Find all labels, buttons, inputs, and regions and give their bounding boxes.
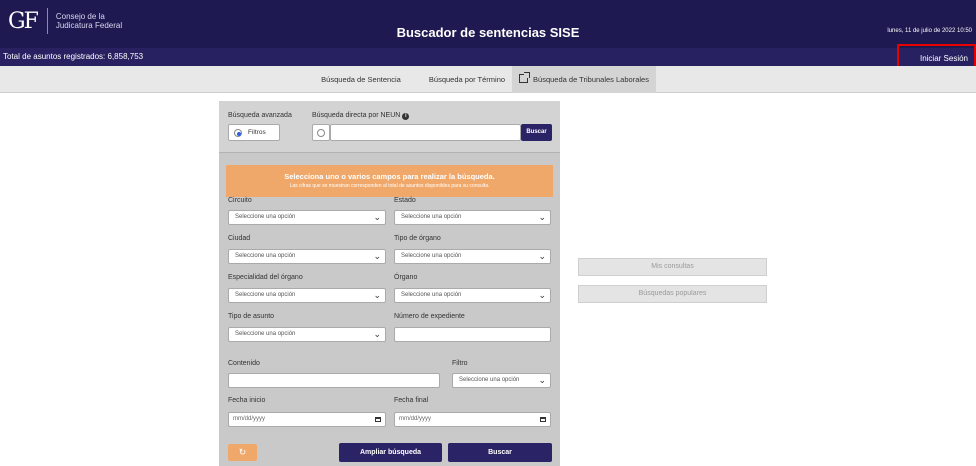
fecha-final-label: Fecha final — [394, 397, 429, 404]
logo-line-1: Consejo de la — [55, 12, 105, 21]
circuito-value: Seleccione una opción — [235, 214, 296, 220]
page-title: Buscador de sentencias SISE — [396, 25, 580, 40]
fecha-final-input[interactable]: mm/dd/yyyy — [394, 412, 551, 427]
login-link[interactable]: Iniciar Sesión — [920, 54, 968, 63]
instructions-subtitle: Las cifras que se muestran corresponden … — [289, 183, 490, 189]
calendar-icon[interactable] — [375, 417, 381, 422]
neun-radio[interactable] — [317, 129, 325, 137]
tipo-organo-select[interactable]: Seleccione una opción ⌄ — [394, 249, 551, 264]
instructions-banner: Selecciona uno o varios campos para real… — [226, 165, 553, 197]
fecha-inicio-input[interactable]: mm/dd/yyyy — [228, 412, 386, 427]
search-mode-section: Búsqueda avanzada Búsqueda directa por N… — [219, 101, 560, 153]
reset-icon: ↻ — [238, 447, 247, 457]
filtro-label: Filtro — [452, 360, 468, 367]
contenido-input[interactable] — [228, 373, 440, 388]
info-bar: Total de asuntos registrados: 6,858,753 — [0, 48, 976, 66]
fecha-inicio-label: Fecha inicio — [228, 397, 266, 404]
current-date: lunes, 11 de julio de 2022 10:50 — [887, 28, 972, 34]
tabs-bar: Búsqueda de Sentencia Búsqueda por Térmi… — [0, 66, 976, 93]
especialidad-value: Seleccione una opción — [235, 292, 296, 298]
tipo-asunto-value: Seleccione una opción — [235, 331, 296, 337]
tab-tribunales-laborales[interactable]: Búsqueda de Tribunales Laborales — [512, 66, 656, 93]
filtro-value: Seleccione una opción — [459, 377, 520, 383]
total-records: Total de asuntos registrados: 6,858,753 — [3, 52, 144, 61]
expediente-input[interactable] — [394, 327, 551, 342]
chevron-down-icon: ⌄ — [538, 290, 546, 300]
organo-value: Seleccione una opción — [401, 292, 462, 298]
ciudad-value: Seleccione una opción — [235, 253, 296, 259]
neun-search-button[interactable]: Buscar — [521, 124, 552, 141]
organo-label: Órgano — [394, 274, 418, 281]
chevron-down-icon: ⌄ — [538, 375, 546, 385]
tab-busqueda-sentencia[interactable]: Búsqueda de Sentencia — [300, 66, 422, 93]
calendar-icon[interactable] — [540, 417, 546, 422]
direct-search-text: Búsqueda directa por NEUN — [312, 112, 401, 119]
ciudad-label: Ciudad — [228, 235, 251, 242]
especialidad-select[interactable]: Seleccione una opción ⌄ — [228, 288, 386, 303]
search-panel: Búsqueda avanzada Búsqueda directa por N… — [219, 101, 560, 466]
estado-select[interactable]: Seleccione una opción ⌄ — [394, 210, 551, 225]
popular-searches-button[interactable]: Búsquedas populares — [578, 285, 767, 303]
tipo-organo-value: Seleccione una opción — [401, 253, 462, 259]
contenido-label: Contenido — [228, 360, 260, 367]
chevron-down-icon: ⌄ — [538, 212, 546, 222]
chevron-down-icon: ⌄ — [373, 251, 381, 261]
tab-label: Búsqueda de Tribunales Laborales — [533, 75, 649, 84]
tipo-asunto-label: Tipo de asunto — [228, 313, 275, 320]
search-button[interactable]: Buscar — [448, 443, 552, 462]
direct-search-label: Búsqueda directa por NEUN i — [312, 112, 410, 120]
header: GF Consejo de la Judicatura Federal Busc… — [0, 0, 976, 48]
fecha-inicio-placeholder: mm/dd/yyyy — [233, 416, 266, 422]
neun-input[interactable] — [330, 124, 521, 141]
advanced-search-label: Búsqueda avanzada — [228, 112, 292, 119]
circuito-select[interactable]: Seleccione una opción ⌄ — [228, 210, 386, 225]
info-icon[interactable]: i — [402, 113, 410, 120]
organo-select[interactable]: Seleccione una opción ⌄ — [394, 288, 551, 303]
circuito-label: Circuito — [228, 197, 252, 204]
chevron-down-icon: ⌄ — [373, 329, 381, 339]
neun-option[interactable] — [312, 124, 330, 141]
my-queries-button[interactable]: Mis consultas — [578, 258, 767, 276]
estado-label: Estado — [394, 197, 416, 204]
filters-radio[interactable] — [234, 129, 242, 137]
chevron-down-icon: ⌄ — [538, 251, 546, 261]
expand-search-button[interactable]: Ampliar búsqueda — [339, 443, 442, 462]
tipo-organo-label: Tipo de órgano — [394, 235, 441, 242]
reset-button[interactable]: ↻ — [228, 444, 257, 461]
tipo-asunto-select[interactable]: Seleccione una opción ⌄ — [228, 327, 386, 342]
filtro-select[interactable]: Seleccione una opción ⌄ — [452, 373, 551, 388]
tab-label: Búsqueda por Término — [428, 75, 506, 84]
external-link-icon — [519, 72, 531, 83]
chevron-down-icon: ⌄ — [373, 290, 381, 300]
tab-label: Búsqueda de Sentencia — [321, 75, 401, 84]
especialidad-label: Especialidad del órgano — [228, 274, 303, 281]
ciudad-select[interactable]: Seleccione una opción ⌄ — [228, 249, 386, 264]
tab-busqueda-termino[interactable]: Búsqueda por Término — [422, 66, 512, 93]
estado-value: Seleccione una opción — [401, 214, 462, 220]
chevron-down-icon: ⌄ — [373, 212, 381, 222]
filters-label: Filtros — [248, 129, 266, 136]
filters-option[interactable]: Filtros — [228, 124, 280, 141]
fecha-final-placeholder: mm/dd/yyyy — [399, 416, 432, 422]
expediente-label: Número de expediente — [394, 313, 465, 320]
instructions-title: Selecciona uno o varios campos para real… — [284, 172, 495, 181]
